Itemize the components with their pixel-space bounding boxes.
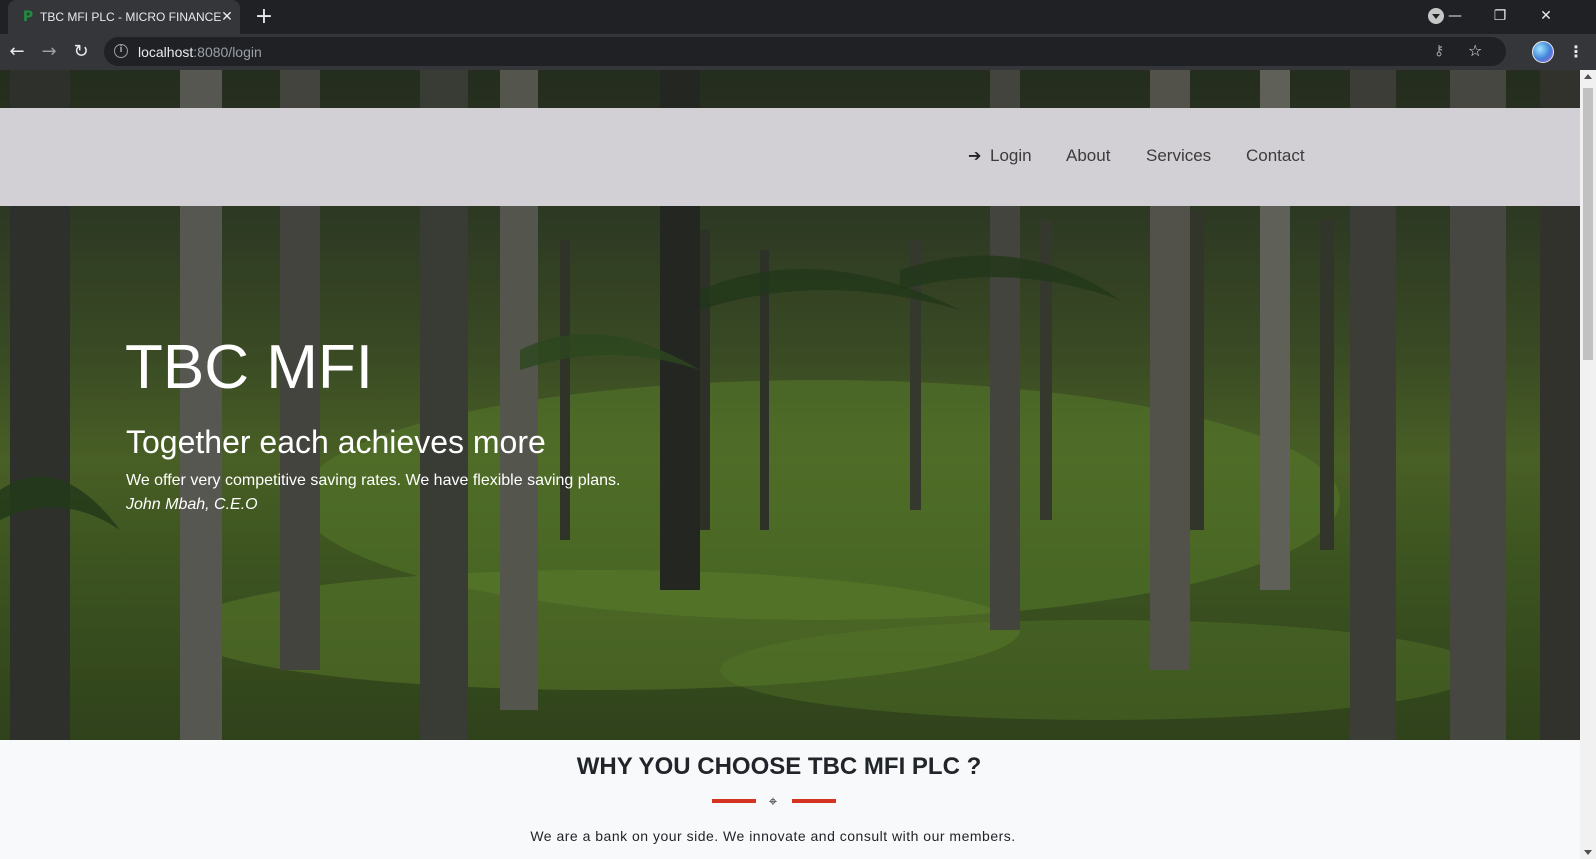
profile-avatar[interactable]: [1532, 41, 1554, 63]
reload-icon[interactable]: ↻: [68, 39, 94, 65]
hero-subtitle: Together each achieves more: [126, 424, 546, 460]
scroll-up-icon[interactable]: [1584, 74, 1592, 79]
page-scrollbar[interactable]: [1580, 70, 1596, 859]
tab-close-icon[interactable]: ✕: [218, 8, 236, 26]
menu-icon[interactable]: ⋮: [1566, 38, 1586, 66]
tab-title: TBC MFI PLC - MICRO FINANCE: [40, 10, 222, 24]
scroll-thumb[interactable]: [1583, 88, 1593, 360]
hero-author: John Mbah, C.E.O: [126, 496, 258, 513]
star-icon[interactable]: ☆: [1468, 41, 1482, 60]
hero-description: We offer very competitive saving rates. …: [126, 472, 621, 489]
divider-line-right: [792, 799, 836, 803]
browser-toolbar: ← → ↻ i localhost:8080/login ⚷ ☆: [0, 34, 1596, 70]
minimize-icon[interactable]: —: [1432, 0, 1478, 32]
new-tab-icon[interactable]: +: [252, 5, 276, 29]
sign-in-icon: ➔: [968, 146, 982, 165]
favicon-icon: P: [22, 9, 34, 25]
browser-titlebar: P TBC MFI PLC - MICRO FINANCE ✕ + — ❐ ✕: [0, 0, 1596, 34]
scroll-down-icon[interactable]: [1584, 850, 1592, 855]
browser-tab[interactable]: P TBC MFI PLC - MICRO FINANCE ✕: [8, 0, 240, 34]
crosshair-icon: ⌖: [768, 792, 778, 810]
key-icon[interactable]: ⚷: [1434, 43, 1444, 59]
hero-title: TBC MFI: [125, 333, 373, 402]
why-section-text: We are a bank on your side. We innovate …: [530, 828, 1016, 844]
site-navbar: ➔ Login About Services Contact: [0, 108, 1580, 206]
address-bar[interactable]: i localhost:8080/login ⚷ ☆: [104, 37, 1506, 66]
url-text: localhost:8080/login: [138, 44, 262, 60]
nav-about-link[interactable]: About: [1066, 146, 1110, 166]
back-icon[interactable]: ←: [4, 39, 30, 65]
window-close-icon[interactable]: ✕: [1523, 0, 1569, 32]
info-icon[interactable]: i: [114, 44, 128, 58]
why-section-title: WHY YOU CHOOSE TBC MFI PLC ?: [576, 753, 982, 780]
page-viewport: ➔ Login About Services Contact TBC MFI To…: [0, 70, 1580, 859]
divider-line-left: [712, 799, 756, 803]
nav-contact-link[interactable]: Contact: [1246, 146, 1305, 166]
forward-icon[interactable]: →: [36, 39, 62, 65]
nav-login-link[interactable]: ➔ Login: [968, 146, 1032, 166]
restore-icon[interactable]: ❐: [1477, 0, 1523, 32]
nav-services-link[interactable]: Services: [1146, 146, 1211, 166]
